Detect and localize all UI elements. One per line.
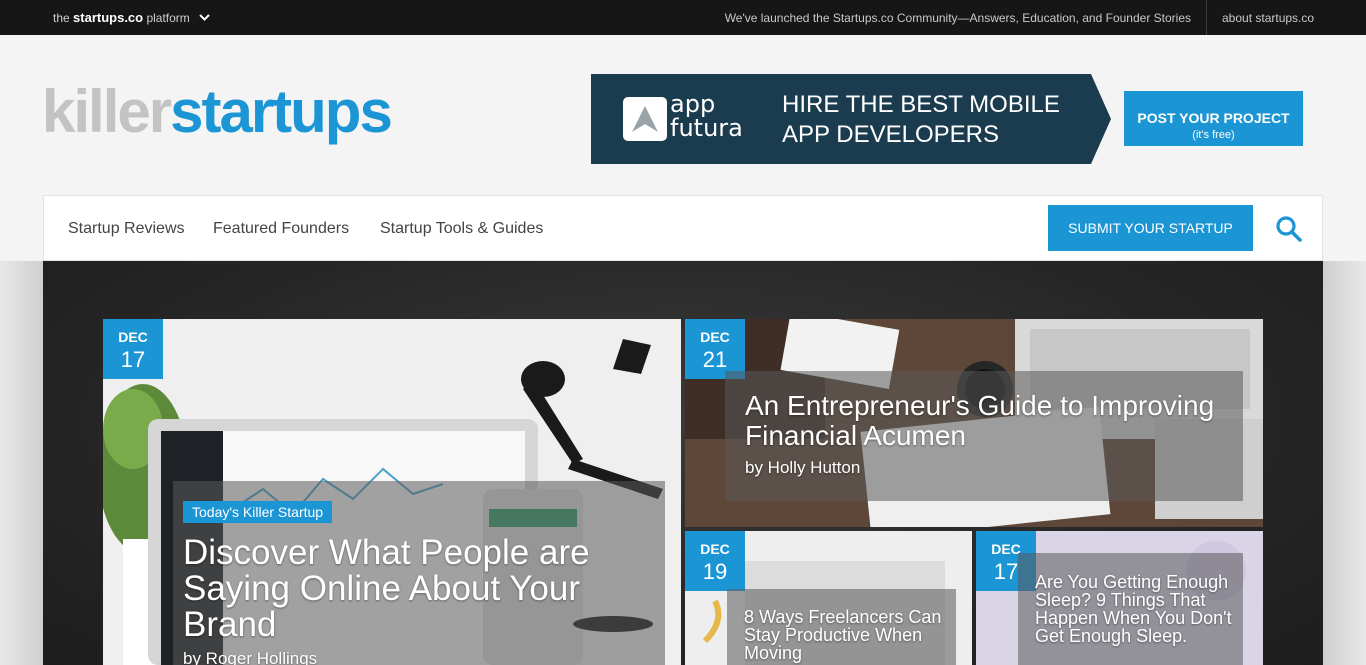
todays-killer-startup-badge: Today's Killer Startup <box>183 501 333 523</box>
logo-part-startups: startups <box>170 78 393 145</box>
article-card-financial[interactable]: DEC 21 An Entrepreneur's Guide to Improv… <box>685 319 1263 527</box>
date-badge: DEC 17 <box>103 319 163 379</box>
logo-part-killer: killer <box>42 78 172 145</box>
site-logo[interactable]: killerstartups <box>42 82 393 142</box>
submit-startup-button[interactable]: SUBMIT YOUR STARTUP <box>1048 205 1253 251</box>
article-title[interactable]: Are You Getting Enough Sleep? 9 Things T… <box>1035 573 1235 645</box>
post-project-sublabel: (it's free) <box>1192 129 1235 141</box>
nav-link-featured-founders[interactable]: Featured Founders <box>213 220 349 238</box>
search-icon[interactable] <box>1274 214 1304 244</box>
ad-tagline: HIRE THE BEST MOBILE APP DEVELOPERS <box>782 90 1060 150</box>
appfutura-ad-banner[interactable]: app futura HIRE THE BEST MOBILE APP DEVE… <box>591 74 1111 164</box>
topbar-divider <box>1206 0 1207 35</box>
platform-name: startups.co <box>73 10 144 25</box>
post-project-button[interactable]: POST YOUR PROJECT (it's free) <box>1124 91 1303 146</box>
date-badge: DEC 19 <box>685 531 745 591</box>
post-project-label: POST YOUR PROJECT <box>1137 110 1290 126</box>
date-day: 19 <box>702 559 728 584</box>
about-link[interactable]: about startups.co <box>1222 11 1314 25</box>
date-month: DEC <box>700 329 730 345</box>
platform-suffix: platform <box>146 11 190 25</box>
date-badge: DEC 21 <box>685 319 745 379</box>
article-title[interactable]: An Entrepreneur's Guide to Improving Fin… <box>745 391 1225 451</box>
ad-tagline-line1: HIRE THE BEST MOBILE <box>782 91 1060 118</box>
article-card-sleep[interactable]: DEC 17 Are You Getting Enough Sleep? 9 T… <box>976 531 1263 665</box>
badge-label: Today's Killer Startup <box>183 501 333 523</box>
article-author: by Roger Hollings <box>183 649 318 665</box>
ad-tagline-line2: APP DEVELOPERS <box>782 121 999 148</box>
nav-link-startup-reviews[interactable]: Startup Reviews <box>68 220 185 238</box>
nav-link-tools-guides[interactable]: Startup Tools & Guides <box>380 220 543 238</box>
background-right <box>1323 261 1366 665</box>
ad-brand-line2: futura <box>670 114 743 142</box>
community-announcement-link[interactable]: We've launched the Startups.co Community… <box>725 11 1191 25</box>
article-author: by Holly Hutton <box>745 458 861 477</box>
article-title[interactable]: Discover What People are Saying Online A… <box>183 535 643 643</box>
background-left <box>0 261 43 665</box>
featured-article-card[interactable]: DEC 17 Today's Killer Startup Discover W… <box>103 319 681 665</box>
chevron-down-icon[interactable] <box>199 10 210 24</box>
appfutura-logo-icon <box>623 97 667 141</box>
date-month: DEC <box>700 541 730 557</box>
ad-brand-line1: app <box>670 90 716 118</box>
top-bar: the startups.co platform We've launched … <box>0 0 1366 35</box>
article-card-freelancers[interactable]: DEC 19 8 Ways Freelancers Can Stay Produ… <box>685 531 972 665</box>
ad-brand: app futura <box>670 92 743 140</box>
article-title[interactable]: 8 Ways Freelancers Can Stay Productive W… <box>744 608 954 662</box>
platform-switcher[interactable]: the startups.co platform <box>53 10 210 25</box>
date-day: 21 <box>702 347 728 372</box>
platform-prefix: the <box>53 11 70 25</box>
main-nav: Startup Reviews Featured Founders Startu… <box>43 195 1323 261</box>
date-day: 17 <box>120 347 146 372</box>
date-month: DEC <box>118 329 148 345</box>
